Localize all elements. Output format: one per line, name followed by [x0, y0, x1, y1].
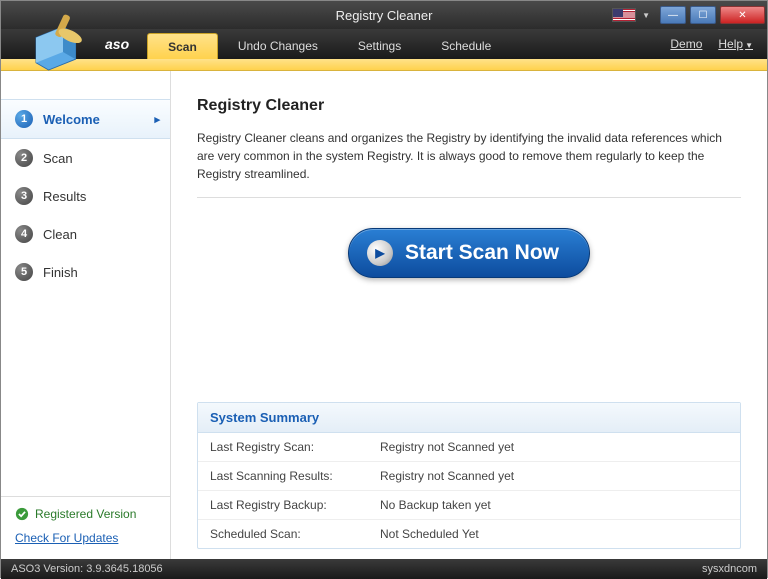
sidebar: 1 Welcome 2 Scan 3 Results 4 Clean 5 Fin…: [1, 71, 171, 559]
title-bar: Registry Cleaner ▼ — ☐ ✕: [1, 1, 767, 29]
page-title: Registry Cleaner: [197, 97, 741, 115]
check-updates-link[interactable]: Check For Updates: [15, 531, 156, 545]
window-title: Registry Cleaner: [336, 8, 433, 23]
step-number-icon: 3: [15, 187, 33, 205]
flag-dropdown-icon[interactable]: ▼: [642, 11, 650, 20]
step-label: Welcome: [43, 112, 100, 127]
registered-badge: Registered Version: [15, 507, 156, 521]
tab-label: Scan: [168, 40, 197, 54]
summary-value: No Backup taken yet: [380, 498, 491, 512]
registered-label: Registered Version: [35, 507, 136, 521]
step-number-icon: 5: [15, 263, 33, 281]
flag-icon[interactable]: [612, 8, 636, 22]
sidebar-step-welcome[interactable]: 1 Welcome: [1, 99, 170, 139]
start-scan-label: Start Scan Now: [405, 241, 559, 265]
close-button[interactable]: ✕: [720, 6, 765, 24]
summary-value: Not Scheduled Yet: [380, 527, 479, 541]
demo-link[interactable]: Demo: [670, 37, 702, 51]
step-label: Finish: [43, 265, 78, 280]
help-link[interactable]: Help▼: [718, 37, 753, 51]
sidebar-step-finish[interactable]: 5 Finish: [1, 253, 170, 291]
chevron-down-icon: ▼: [745, 41, 753, 50]
tab-undo-changes[interactable]: Undo Changes: [218, 33, 338, 59]
divider: [1, 496, 170, 497]
watermark-label: sysxdncom: [702, 563, 757, 575]
tab-scan[interactable]: Scan: [147, 33, 218, 59]
summary-key: Last Scanning Results:: [210, 469, 380, 483]
sidebar-step-results[interactable]: 3 Results: [1, 177, 170, 215]
summary-value: Registry not Scanned yet: [380, 440, 514, 454]
summary-row: Last Registry Backup: No Backup taken ye…: [198, 491, 740, 520]
maximize-button[interactable]: ☐: [690, 6, 716, 24]
summary-row: Scheduled Scan: Not Scheduled Yet: [198, 520, 740, 548]
divider: [197, 197, 741, 198]
app-logo-icon: [9, 1, 99, 79]
start-scan-button[interactable]: ▶ Start Scan Now: [348, 228, 590, 278]
summary-value: Registry not Scanned yet: [380, 469, 514, 483]
tab-label: Schedule: [441, 39, 491, 53]
summary-key: Last Registry Scan:: [210, 440, 380, 454]
tab-settings[interactable]: Settings: [338, 33, 421, 59]
tab-schedule[interactable]: Schedule: [421, 33, 511, 59]
play-icon: ▶: [367, 240, 393, 266]
tab-label: Undo Changes: [238, 39, 318, 53]
version-label: ASO3 Version: 3.9.3645.18056: [11, 563, 163, 575]
minimize-icon: —: [668, 10, 678, 21]
summary-row: Last Scanning Results: Registry not Scan…: [198, 462, 740, 491]
tab-label: Settings: [358, 39, 401, 53]
step-number-icon: 1: [15, 110, 33, 128]
summary-key: Last Registry Backup:: [210, 498, 380, 512]
minimize-button[interactable]: —: [660, 6, 686, 24]
sidebar-step-scan[interactable]: 2 Scan: [1, 139, 170, 177]
system-summary-panel: System Summary Last Registry Scan: Regis…: [197, 402, 741, 549]
gold-strip: [1, 59, 767, 71]
maximize-icon: ☐: [699, 10, 708, 21]
status-bar: ASO3 Version: 3.9.3645.18056 sysxdncom: [1, 559, 767, 579]
sidebar-step-clean[interactable]: 4 Clean: [1, 215, 170, 253]
menu-bar: aso Scan Undo Changes Settings Schedule …: [1, 29, 767, 59]
main-area: 1 Welcome 2 Scan 3 Results 4 Clean 5 Fin…: [1, 71, 767, 559]
content-panel: Registry Cleaner Registry Cleaner cleans…: [171, 71, 767, 559]
step-label: Scan: [43, 151, 73, 166]
page-description: Registry Cleaner cleans and organizes th…: [197, 129, 741, 183]
system-summary-title: System Summary: [198, 403, 740, 433]
check-circle-icon: [15, 507, 29, 521]
summary-key: Scheduled Scan:: [210, 527, 380, 541]
step-label: Results: [43, 189, 86, 204]
brand-label: aso: [105, 36, 129, 52]
step-label: Clean: [43, 227, 77, 242]
step-number-icon: 2: [15, 149, 33, 167]
summary-row: Last Registry Scan: Registry not Scanned…: [198, 433, 740, 462]
close-icon: ✕: [738, 10, 746, 21]
step-number-icon: 4: [15, 225, 33, 243]
